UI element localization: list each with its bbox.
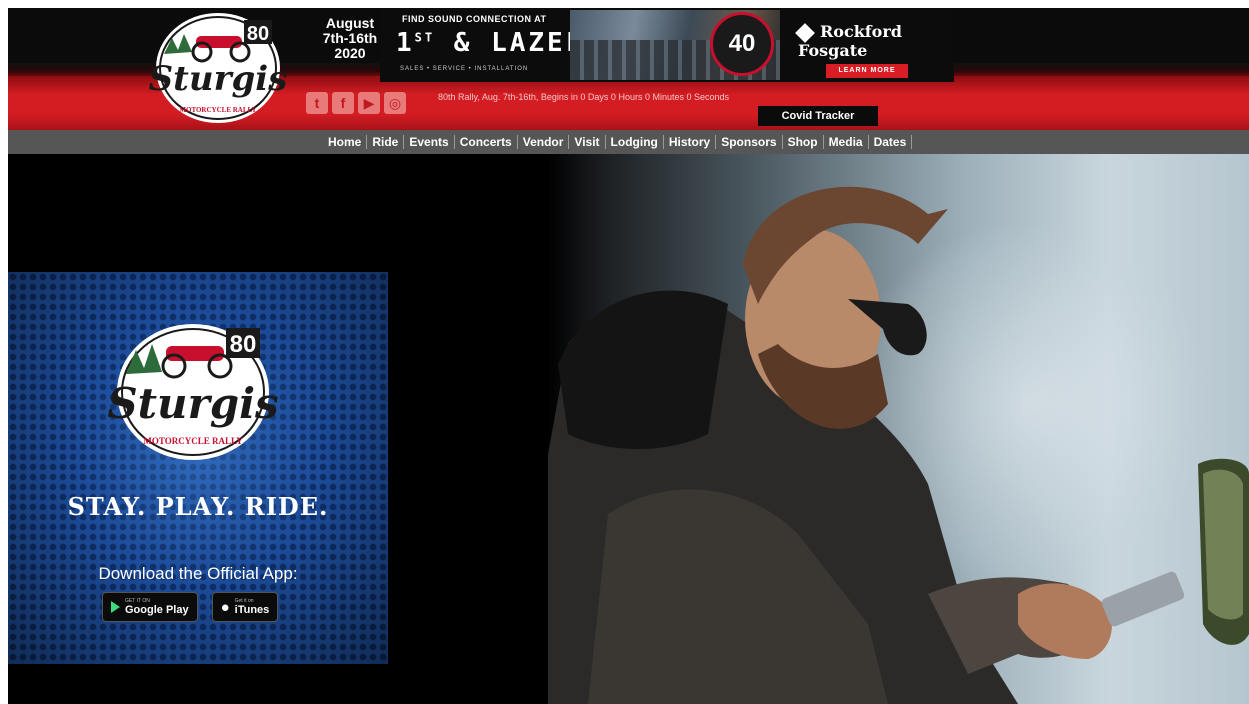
store-buttons: GET IT ON Google Play ● Get it on iTunes bbox=[102, 592, 279, 622]
nav-item-concerts[interactable]: Concerts bbox=[455, 135, 518, 149]
logo-ribbon: MOTORCYCLE RALLY bbox=[179, 106, 256, 114]
itunes-labels: Get it on iTunes bbox=[235, 598, 270, 616]
nav-item-media[interactable]: Media bbox=[824, 135, 869, 149]
app-download-text: Download the Official App: bbox=[98, 564, 298, 583]
google-play-button[interactable]: GET IT ON Google Play bbox=[102, 592, 198, 622]
covid-tracker-button[interactable]: Covid Tracker bbox=[758, 106, 878, 126]
ad-brand-pre: 1 bbox=[396, 28, 415, 58]
logo-number: 80 bbox=[247, 23, 269, 45]
rally-dates-year: 2020 bbox=[334, 45, 366, 61]
social-links: t f ▶ ◎ bbox=[306, 92, 406, 114]
ad-find-text: FIND SOUND CONNECTION AT bbox=[402, 14, 547, 24]
rockford-fosgate-logo: Rockford Fosgate bbox=[795, 22, 954, 60]
app-logo-name: Sturgis bbox=[108, 379, 278, 428]
sturgis-logo[interactable]: 80 Sturgis MOTORCYCLE RALLY bbox=[148, 8, 288, 126]
rally-dates-month: August bbox=[325, 15, 375, 31]
nav-item-events[interactable]: Events bbox=[404, 135, 455, 149]
nav-item-lodging[interactable]: Lodging bbox=[606, 135, 664, 149]
nav-list: Home Ride Events Concerts Vendor Visit L… bbox=[326, 130, 913, 154]
hero-section: 80 Sturgis MOTORCYCLE RALLY STAY. PLAY. … bbox=[8, 154, 1249, 704]
instagram-icon[interactable]: ◎ bbox=[384, 92, 406, 114]
ad-services: SALES • SERVICE • INSTALLATION bbox=[400, 66, 529, 72]
google-play-icon bbox=[111, 601, 120, 613]
rally-dates: August 7th-16th 2020 bbox=[316, 16, 384, 61]
ad-brand-sup: ST bbox=[414, 30, 436, 45]
nav-item-ride[interactable]: Ride bbox=[367, 135, 405, 149]
ad-learn-more-button[interactable]: LEARN MORE bbox=[826, 64, 908, 78]
apple-icon: ● bbox=[220, 598, 230, 616]
app-logo-number: 80 bbox=[230, 331, 257, 358]
facebook-icon[interactable]: f bbox=[332, 92, 354, 114]
nav-item-visit[interactable]: Visit bbox=[569, 135, 606, 149]
app-logo-ribbon: MOTORCYCLE RALLY bbox=[143, 436, 243, 446]
nav-item-history[interactable]: History bbox=[664, 135, 717, 149]
app-promo-logo: 80 Sturgis MOTORCYCLE RALLY bbox=[108, 324, 278, 460]
nav-item-home[interactable]: Home bbox=[326, 135, 368, 149]
app-promo-panel[interactable]: 80 Sturgis MOTORCYCLE RALLY STAY. PLAY. … bbox=[8, 272, 388, 664]
google-play-labels: GET IT ON Google Play bbox=[125, 598, 189, 616]
app-tagline: STAY. PLAY. RIDE. bbox=[67, 492, 329, 521]
youtube-icon[interactable]: ▶ bbox=[358, 92, 380, 114]
hero-rider-image bbox=[548, 186, 1249, 704]
site-header: 80 Sturgis MOTORCYCLE RALLY August 7th-1… bbox=[8, 8, 1249, 130]
rally-countdown: 80th Rally, Aug. 7th-16th, Begins in 0 D… bbox=[438, 92, 729, 102]
banner-ad[interactable]: FIND SOUND CONNECTION AT 1ST & LAZELLE S… bbox=[380, 8, 954, 82]
google-play-big: Google Play bbox=[125, 604, 189, 616]
rally-dates-range: 7th-16th bbox=[322, 30, 378, 46]
nav-item-sponsors[interactable]: Sponsors bbox=[716, 135, 783, 149]
rockford-name: Rockford Fosgate bbox=[798, 22, 902, 60]
nav-item-dates[interactable]: Dates bbox=[869, 135, 913, 149]
rockford-diamond-icon bbox=[795, 22, 815, 43]
nav-item-shop[interactable]: Shop bbox=[783, 135, 824, 149]
itunes-button[interactable]: ● Get it on iTunes bbox=[211, 592, 279, 622]
logo-name: Sturgis bbox=[149, 59, 288, 99]
itunes-big: iTunes bbox=[234, 604, 270, 616]
main-nav: Home Ride Events Concerts Vendor Visit L… bbox=[8, 130, 1249, 154]
ad-40-badge: 40 bbox=[710, 12, 774, 76]
nav-item-vendor[interactable]: Vendor bbox=[518, 135, 570, 149]
twitter-icon[interactable]: t bbox=[306, 92, 328, 114]
sturgis-logo-graphic: 80 Sturgis MOTORCYCLE RALLY bbox=[149, 13, 288, 123]
